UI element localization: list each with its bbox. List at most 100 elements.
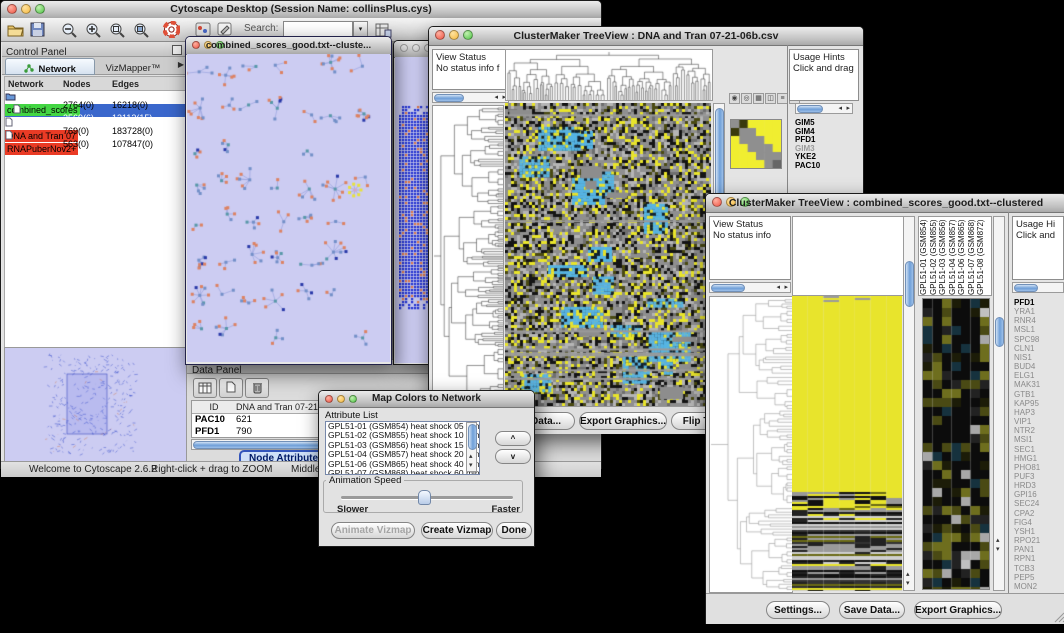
- network1-titlebar[interactable]: combined_scores_good.txt--cluste...: [186, 37, 391, 55]
- tv1-mini-heatmap[interactable]: [730, 119, 782, 169]
- gene-label[interactable]: NTR2: [1014, 426, 1064, 435]
- tv2-heatmap[interactable]: [792, 296, 902, 591]
- gene-label[interactable]: MON2: [1014, 582, 1064, 591]
- treeview2-titlebar[interactable]: ClusterMaker TreeView : combined_scores_…: [706, 194, 1064, 213]
- tab-overflow-arrow[interactable]: ▶: [178, 60, 184, 69]
- gene-label[interactable]: RNR4: [1014, 316, 1064, 325]
- column-label[interactable]: GPL51-08 (GSM872): [976, 217, 986, 295]
- gene-label[interactable]: HMG1: [1014, 454, 1064, 463]
- tv1-heatmap[interactable]: [505, 103, 711, 406]
- done-button[interactable]: Done: [496, 522, 532, 539]
- gene-label[interactable]: RPO21: [1014, 536, 1064, 545]
- tv2-column-tree-area[interactable]: [792, 216, 904, 296]
- gene-label[interactable]: GPI16: [1014, 490, 1064, 499]
- tv2-status-hscrollbar[interactable]: ◂ ▸: [709, 282, 791, 293]
- split-view-icon[interactable]: ◫: [765, 93, 776, 104]
- column-label[interactable]: GPL51-04 (GSM857): [948, 217, 958, 295]
- gene-label[interactable]: BUD4: [1014, 362, 1064, 371]
- tv1-usage-hints-panel: Usage Hints Click and drag to: [789, 49, 859, 101]
- zoom-out-icon[interactable]: [59, 20, 79, 39]
- treeview1-titlebar[interactable]: ClusterMaker TreeView : DNA and Tran 07-…: [429, 27, 863, 46]
- gene-label[interactable]: MAK31: [1014, 380, 1064, 389]
- column-label[interactable]: GPL51-03 (GSM856): [938, 217, 948, 295]
- tv2-usage-hscrollbar[interactable]: [1012, 282, 1064, 293]
- tv2-row-dendrogram[interactable]: [709, 296, 793, 593]
- resize-grip[interactable]: [1053, 611, 1064, 623]
- create-vizmap-button[interactable]: Create Vizmap: [421, 522, 493, 539]
- column-label[interactable]: GPL51-02 (GSM855): [929, 217, 939, 295]
- tv1-column-dendrogram[interactable]: [505, 49, 713, 101]
- zoom-selected-icon[interactable]: [107, 20, 127, 39]
- gene-label[interactable]: RPN1: [1014, 554, 1064, 563]
- network-row-combined-scores[interactable]: combined_scores 2764(0) 16218(0): [5, 91, 185, 104]
- gene-label[interactable]: SPC98: [1014, 335, 1064, 344]
- tv2-detail-heatmap[interactable]: [922, 298, 990, 590]
- zoom-in-icon[interactable]: [83, 20, 103, 39]
- tv1-status-hscrollbar[interactable]: ◂ ▸: [432, 92, 509, 103]
- gene-label[interactable]: GTB1: [1014, 390, 1064, 399]
- tv2-usage-hints-panel: Usage Hi Click and: [1012, 216, 1064, 280]
- animate-vizmap-button[interactable]: Animate Vizmap: [331, 522, 415, 539]
- network-view-canvas[interactable]: [187, 54, 390, 362]
- gene-label[interactable]: PAN1: [1014, 545, 1064, 554]
- gene-label[interactable]: CLN1: [1014, 344, 1064, 353]
- tv2-heatmap-vscrollbar[interactable]: ▴ ▾: [903, 216, 915, 591]
- main-titlebar[interactable]: Cytoscape Desktop (Session Name: collins…: [1, 1, 601, 19]
- speed-slider-thumb[interactable]: [418, 490, 431, 505]
- pan-mode-icon[interactable]: ◎: [741, 93, 752, 104]
- save-data-button[interactable]: Save Data...: [839, 601, 905, 619]
- gene-label[interactable]: PFD1: [1014, 298, 1064, 307]
- gene-label[interactable]: YSH1: [1014, 527, 1064, 536]
- export-graphics-button[interactable]: Export Graphics...: [914, 601, 1002, 619]
- dialog-titlebar[interactable]: Map Colors to Network: [319, 391, 534, 408]
- gene-label[interactable]: HAP3: [1014, 408, 1064, 417]
- column-label[interactable]: GPL51-07 (GSM868): [967, 217, 977, 295]
- attribute-listbox[interactable]: GPL51-01 (GSM854) heat shock 05 minGPL51…: [325, 421, 480, 475]
- gene-label[interactable]: YRA1: [1014, 307, 1064, 316]
- gene-label[interactable]: TCB3: [1014, 564, 1064, 573]
- settings-button[interactable]: Settings...: [766, 601, 830, 619]
- search-input[interactable]: [283, 21, 353, 37]
- gene-label[interactable]: PHO81: [1014, 463, 1064, 472]
- save-session-icon[interactable]: [27, 20, 47, 39]
- folder-icon: [5, 92, 16, 101]
- gene-label[interactable]: HRD3: [1014, 481, 1064, 490]
- column-label[interactable]: GPL51-01 (GSM854): [919, 217, 929, 295]
- gene-label[interactable]: NIS1: [1014, 353, 1064, 362]
- gene-label[interactable]: FIG4: [1014, 518, 1064, 527]
- gene-label[interactable]: SEC1: [1014, 445, 1064, 454]
- column-label[interactable]: GPL51-06 (GSM865): [957, 217, 967, 295]
- gene-label[interactable]: SEC24: [1014, 499, 1064, 508]
- export-graphics-button[interactable]: Export Graphics...: [579, 412, 667, 430]
- table-select-icon[interactable]: [193, 378, 217, 398]
- delete-attribute-trash-icon[interactable]: [245, 378, 269, 398]
- gene-label[interactable]: CPA2: [1014, 509, 1064, 518]
- gene-label[interactable]: KAP95: [1014, 399, 1064, 408]
- attribute-list-vscrollbar[interactable]: ▴ ▾: [466, 422, 477, 472]
- grid-view-icon[interactable]: ▦: [753, 93, 764, 104]
- column-header-id[interactable]: ID: [192, 401, 236, 413]
- slower-label: Slower: [337, 504, 368, 515]
- network-overview-canvas[interactable]: [4, 347, 187, 462]
- float-panel-icon[interactable]: [172, 45, 182, 55]
- gene-label[interactable]: PEP5: [1014, 573, 1064, 582]
- gene-label[interactable]: ELG1: [1014, 371, 1064, 380]
- zoom-mode-icon[interactable]: ◉: [729, 93, 740, 104]
- gene-label[interactable]: PUF3: [1014, 472, 1064, 481]
- tab-network[interactable]: Network: [5, 58, 95, 75]
- tab-vizmapper[interactable]: VizMapper™: [97, 58, 169, 73]
- gene-label[interactable]: PAC10: [795, 162, 820, 171]
- new-attribute-icon[interactable]: [219, 378, 243, 398]
- tv1-row-dendrogram[interactable]: [432, 105, 504, 407]
- help-lifesaver-icon[interactable]: [161, 20, 181, 39]
- gene-label[interactable]: MSI1: [1014, 435, 1064, 444]
- move-up-button[interactable]: ^: [495, 431, 531, 446]
- gene-label[interactable]: VIP1: [1014, 417, 1064, 426]
- view-status-text: No status info: [713, 230, 787, 241]
- open-session-icon[interactable]: [5, 20, 25, 39]
- tv2-detail-vscrollbar[interactable]: ▴ ▾: [993, 216, 1005, 591]
- zoom-fit-icon[interactable]: [131, 20, 151, 39]
- move-down-button[interactable]: v: [495, 449, 531, 464]
- tv1-usage-hscrollbar[interactable]: ◂ ▸: [795, 103, 853, 114]
- gene-label[interactable]: MSL1: [1014, 325, 1064, 334]
